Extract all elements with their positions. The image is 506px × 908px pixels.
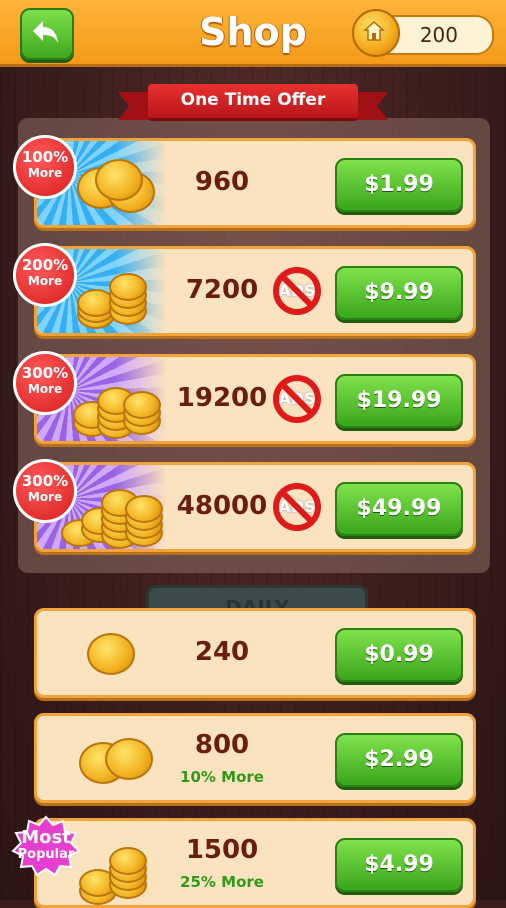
buy-button[interactable]: $49.99 bbox=[335, 482, 463, 536]
bonus-text: 10% More bbox=[180, 768, 264, 786]
offer-ribbon: One Time Offer bbox=[118, 84, 388, 124]
bonus-text: 25% More bbox=[180, 873, 264, 891]
coin-amount: 1500 bbox=[185, 835, 259, 865]
coin-amount: 19200 bbox=[176, 383, 268, 413]
bonus-badge: 300% More bbox=[13, 459, 77, 523]
house-icon bbox=[363, 20, 385, 41]
coin-amount: 800 bbox=[194, 730, 250, 760]
bonus-badge: 100% More bbox=[13, 135, 77, 199]
bonus-badge: 200% More bbox=[13, 243, 77, 307]
coin-amount: 960 bbox=[194, 167, 250, 197]
pack-row-3[interactable]: Most Popular 1500 25% More $4.99 bbox=[11, 815, 476, 908]
buy-button[interactable]: $2.99 bbox=[335, 733, 463, 787]
buy-button[interactable]: $1.99 bbox=[335, 158, 463, 212]
coin-icon bbox=[352, 9, 400, 57]
bonus-badge: 300% More bbox=[13, 351, 77, 415]
buy-button[interactable]: $0.99 bbox=[335, 628, 463, 682]
no-ads-icon: ADS bbox=[271, 373, 323, 425]
no-ads-icon: ADS bbox=[271, 265, 323, 317]
offer-row-1[interactable]: 100% More 960 $1.99 bbox=[13, 135, 476, 228]
header-bar: Shop 200 bbox=[0, 0, 506, 67]
offer-row-3[interactable]: 300% More 19200 ADS $19.99 bbox=[13, 351, 476, 444]
no-ads-icon: ADS bbox=[271, 481, 323, 533]
coin-amount: 240 bbox=[194, 637, 250, 667]
offer-row-2[interactable]: 200% More 7200 ADS $9.99 bbox=[13, 243, 476, 336]
buy-button[interactable]: $19.99 bbox=[335, 374, 463, 428]
pack-row-1[interactable]: 240 $0.99 bbox=[34, 608, 476, 698]
offer-ribbon-label: One Time Offer bbox=[180, 90, 326, 110]
buy-button[interactable]: $9.99 bbox=[335, 266, 463, 320]
offer-row-4[interactable]: 300% More 48000 ADS $49.99 bbox=[13, 459, 476, 552]
pack-row-2[interactable]: 800 10% More $2.99 bbox=[34, 713, 476, 803]
coin-amount: 7200 bbox=[185, 275, 259, 305]
buy-button[interactable]: $4.99 bbox=[335, 838, 463, 892]
coin-balance-value: 200 bbox=[419, 23, 458, 47]
most-popular-badge: Most Popular bbox=[11, 815, 81, 877]
coin-amount: 48000 bbox=[176, 491, 268, 521]
